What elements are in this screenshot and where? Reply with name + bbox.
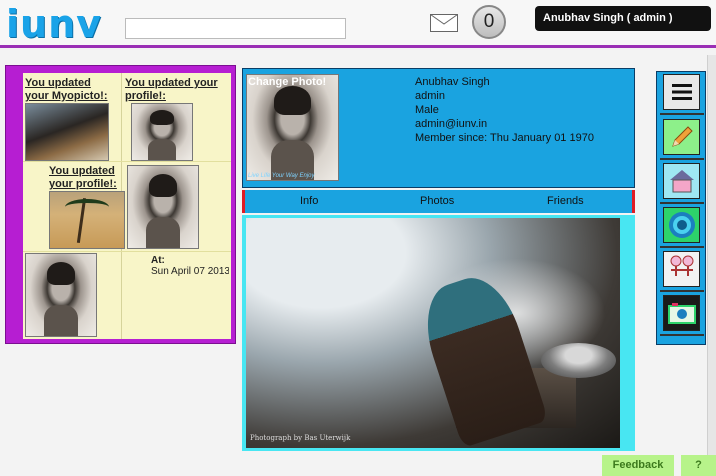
activity-panel: You updated your Myopicto!: You updated … <box>5 65 236 344</box>
tab-info[interactable]: Info <box>300 195 318 207</box>
activity-item: You updated your Myopicto!: <box>25 77 117 103</box>
profile-card: Change Photo! Live Life Your Way Enjoy A… <box>242 68 635 188</box>
feedback-button[interactable]: Feedback <box>602 455 674 476</box>
people-icon <box>670 255 693 276</box>
home-button[interactable] <box>663 163 700 199</box>
activity-thumbnail[interactable] <box>49 191 125 249</box>
explore-button[interactable] <box>663 207 700 243</box>
photos-button[interactable] <box>663 295 700 331</box>
activity-link[interactable]: You updated your Myopicto!: <box>25 77 117 103</box>
help-button[interactable]: ? <box>681 455 716 476</box>
notification-count-badge[interactable]: 0 <box>472 5 506 39</box>
activity-date: Sun April 07 2013 <box>151 266 229 277</box>
profile-member-since: Member since: Thu January 01 1970 <box>415 132 594 144</box>
right-rail <box>656 71 706 345</box>
mail-icon[interactable] <box>430 14 458 32</box>
profile-info: Anubhav Singh admin Male admin@iunv.in M… <box>415 75 594 145</box>
change-photo-link[interactable]: Change Photo! <box>248 76 326 88</box>
profile-email: admin@iunv.in <box>415 118 488 130</box>
photo-credit: Photograph by Bas Uterwijk <box>250 434 351 442</box>
search-input[interactable] <box>125 18 346 39</box>
target-icon <box>668 212 695 238</box>
home-icon <box>669 170 694 193</box>
activity-meta: At: Sun April 07 2013 <box>151 255 229 277</box>
activity-link[interactable]: You updated your profile!: <box>125 77 229 103</box>
main-photo-frame: Photograph by Bas Uterwijk <box>242 215 635 451</box>
activity-thumbnail[interactable] <box>25 103 109 161</box>
activity-item: You updated your profile!: <box>125 77 229 103</box>
pencil-icon <box>671 126 693 147</box>
main-photo[interactable]: Photograph by Bas Uterwijk <box>246 218 620 448</box>
menu-icon <box>671 84 692 100</box>
activity-at-label: At: <box>151 255 165 266</box>
friends-button[interactable] <box>663 251 700 287</box>
profile-name: Anubhav Singh <box>415 76 490 88</box>
user-menu[interactable]: Anubhav Singh ( admin ) <box>535 6 711 31</box>
activity-thumbnail[interactable] <box>131 103 193 161</box>
tab-friends[interactable]: Friends <box>547 195 584 207</box>
activity-thumbnail[interactable] <box>25 253 97 337</box>
page-scrollbar[interactable] <box>707 55 716 455</box>
menu-button[interactable] <box>663 74 700 110</box>
camera-icon <box>667 303 696 324</box>
profile-gender: Male <box>415 104 439 116</box>
activity-thumbnail[interactable] <box>127 165 199 249</box>
profile-picture[interactable]: Change Photo! Live Life Your Way Enjoy <box>246 74 339 181</box>
top-bar: iunv 0 Anubhav Singh ( admin ) <box>0 0 716 48</box>
profile-role: admin <box>415 90 445 102</box>
photo-watermark: Live Life Your Way Enjoy <box>248 173 315 179</box>
activity-item: You updated your profile!: <box>49 165 127 191</box>
tab-photos[interactable]: Photos <box>420 195 454 207</box>
activity-feed: You updated your Myopicto!: You updated … <box>23 73 231 339</box>
activity-link[interactable]: You updated your profile!: <box>49 165 127 191</box>
profile-photo <box>246 74 339 181</box>
logo[interactable]: iunv <box>6 2 102 46</box>
edit-button[interactable] <box>663 119 700 155</box>
profile-tabs: Info Photos Friends <box>242 190 635 213</box>
